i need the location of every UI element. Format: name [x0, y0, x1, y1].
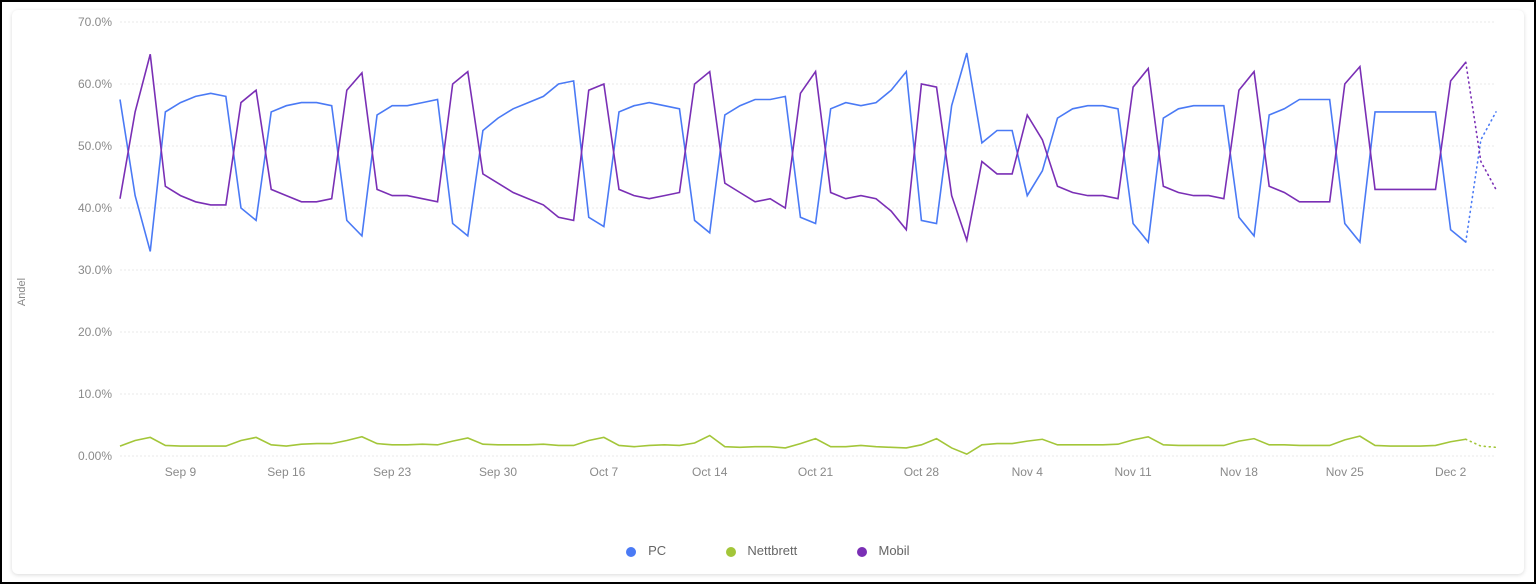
svg-text:Sep 23: Sep 23 — [373, 465, 411, 479]
svg-text:Oct 28: Oct 28 — [904, 465, 940, 479]
chart-svg: 0.00% 10.0% 20.0% 30.0% 40.0% 50.0% 60.0% 70.0%… — [48, 16, 1508, 494]
svg-text:0.00%: 0.00% — [78, 449, 112, 463]
svg-text:Oct 21: Oct 21 — [798, 465, 834, 479]
svg-text:10.0%: 10.0% — [78, 387, 112, 401]
legend-label-pc: PC — [648, 543, 666, 558]
legend-item-mobil[interactable]: Mobil — [857, 543, 910, 558]
svg-text:30.0%: 30.0% — [78, 263, 112, 277]
svg-text:Sep 9: Sep 9 — [165, 465, 197, 479]
chart-card: { "chart_data": { "type": "line", "ylabe… — [12, 10, 1524, 574]
svg-text:Nov 25: Nov 25 — [1326, 465, 1364, 479]
legend-item-nettbrett[interactable]: Nettbrett — [726, 543, 797, 558]
legend-item-pc[interactable]: PC — [626, 543, 666, 558]
legend-dot-mobil — [857, 547, 867, 557]
svg-text:Nov 18: Nov 18 — [1220, 465, 1258, 479]
legend-dot-pc — [626, 547, 636, 557]
plot-area: 0.00% 10.0% 20.0% 30.0% 40.0% 50.0% 60.0% 70.0%… — [48, 16, 1514, 494]
svg-text:Sep 16: Sep 16 — [267, 465, 305, 479]
svg-text:Sep 30: Sep 30 — [479, 465, 517, 479]
legend-dot-nettbrett — [726, 547, 736, 557]
svg-text:Oct 14: Oct 14 — [692, 465, 728, 479]
legend-label-mobil: Mobil — [878, 543, 909, 558]
svg-text:Nov 4: Nov 4 — [1012, 465, 1044, 479]
svg-text:40.0%: 40.0% — [78, 201, 112, 215]
legend-label-nettbrett: Nettbrett — [747, 543, 797, 558]
svg-text:50.0%: 50.0% — [78, 139, 112, 153]
svg-text:Dec 2: Dec 2 — [1435, 465, 1467, 479]
svg-text:Oct 7: Oct 7 — [590, 465, 619, 479]
chart-container: { "chart_data": { "type": "line", "ylabe… — [0, 0, 1536, 584]
svg-text:20.0%: 20.0% — [78, 325, 112, 339]
y-axis-label: Andel — [16, 278, 28, 306]
svg-text:60.0%: 60.0% — [78, 77, 112, 91]
legend: PC Nettbrett Mobil — [12, 543, 1524, 558]
svg-text:70.0%: 70.0% — [78, 16, 112, 29]
svg-text:Nov 11: Nov 11 — [1115, 465, 1152, 479]
